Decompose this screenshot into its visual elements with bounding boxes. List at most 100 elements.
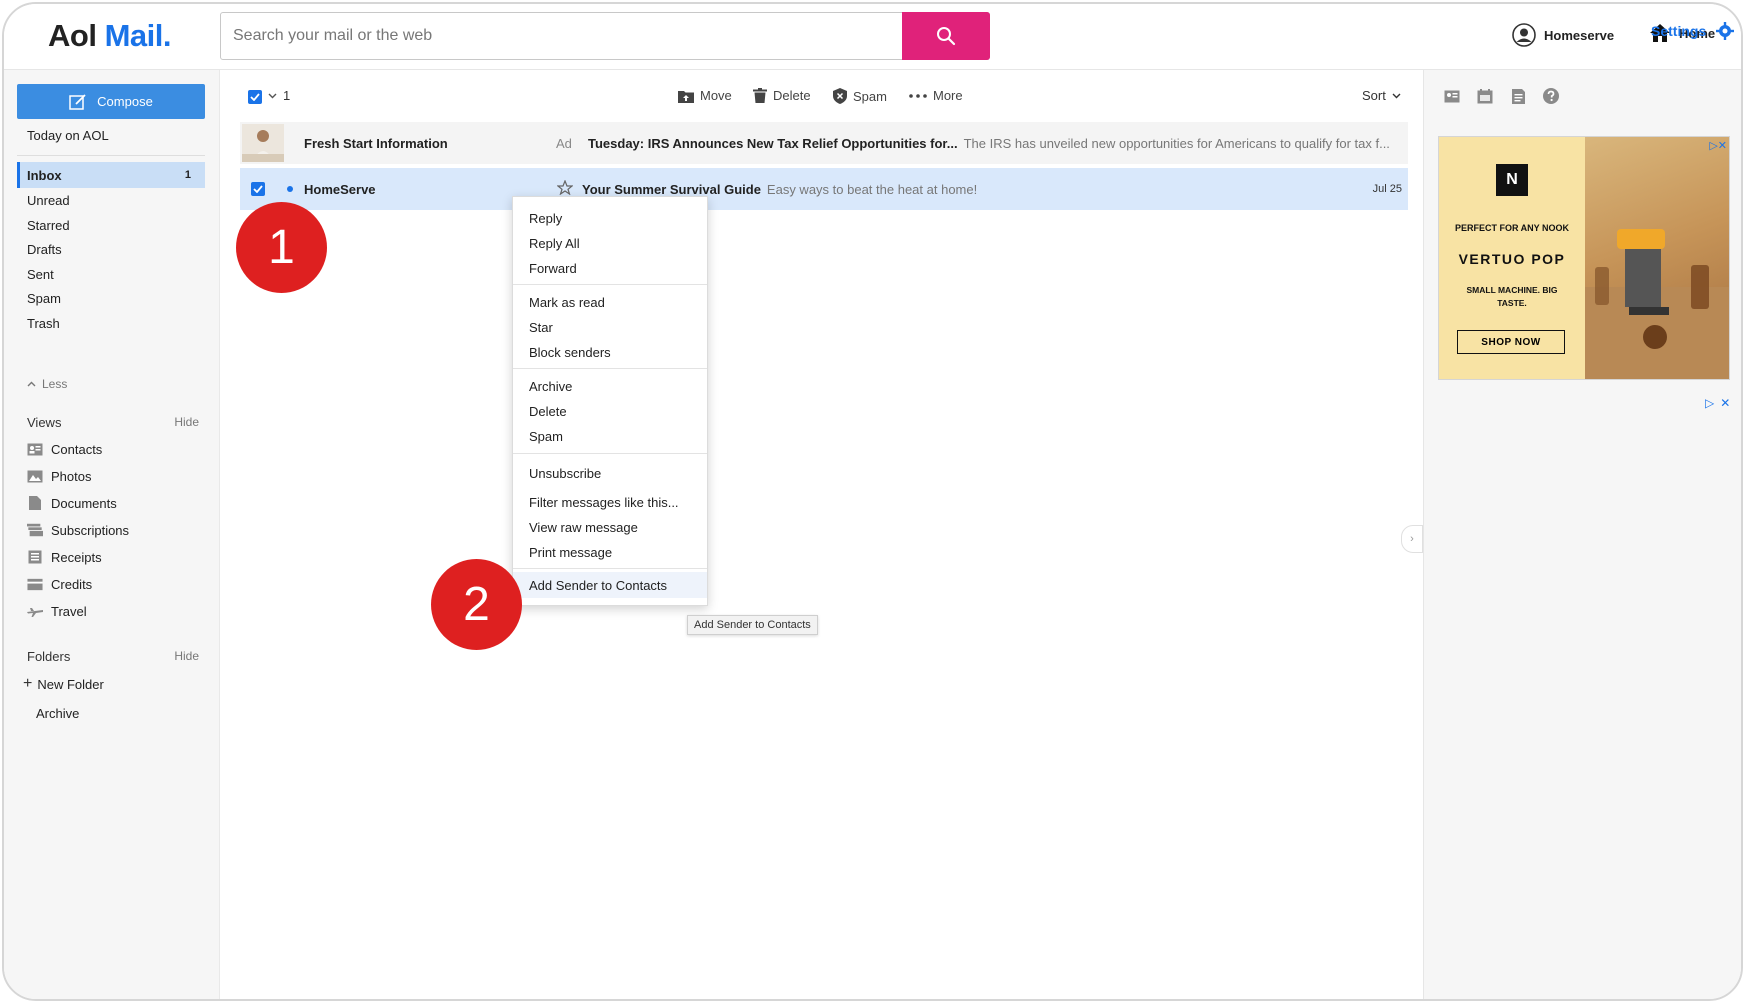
today-on-aol-link[interactable]: Today on AOL (27, 128, 109, 143)
menu-item-reply[interactable]: Reply (513, 207, 707, 229)
sort-dropdown[interactable]: Sort (1362, 88, 1401, 103)
more-label: More (933, 88, 963, 103)
sidebar-item-unread[interactable]: Unread (17, 187, 205, 213)
menu-item-view-raw[interactable]: View raw message (513, 516, 707, 538)
help-icon[interactable] (1542, 87, 1560, 105)
delete-button[interactable]: Delete (753, 88, 811, 103)
message-sender: HomeServe (304, 181, 376, 197)
logo-aol-text: Aol (48, 18, 97, 53)
folder-label: Drafts (27, 241, 62, 257)
collapse-panel-button[interactable]: › (1401, 525, 1423, 553)
view-documents[interactable]: Documents (27, 492, 117, 514)
menu-item-reply-all[interactable]: Reply All (513, 232, 707, 254)
compose-button[interactable]: Compose (17, 84, 205, 119)
contacts-icon (27, 442, 43, 456)
menu-item-print[interactable]: Print message (513, 541, 707, 563)
message-toolbar: 1 Move Delete Spam More Sort (220, 70, 1423, 122)
ad-product-image (1585, 137, 1729, 379)
adchoices-icon[interactable]: ▷ (1705, 396, 1714, 410)
plus-icon: + (23, 675, 33, 692)
folders-section-header: Folders Hide (27, 649, 199, 664)
menu-item-forward[interactable]: Forward (513, 257, 707, 279)
menu-item-star[interactable]: Star (513, 316, 707, 338)
close-icon[interactable]: ✕ (1720, 396, 1730, 410)
folder-label: Unread (27, 192, 70, 208)
menu-item-spam[interactable]: Spam (513, 425, 707, 447)
message-row-ad[interactable]: Fresh Start Information Ad Tuesday: IRS … (240, 122, 1408, 164)
message-subject: Tuesday: IRS Announces New Tax Relief Op… (588, 135, 958, 151)
settings-link[interactable]: Settings (1651, 22, 1735, 40)
sidebar-item-spam[interactable]: Spam (17, 285, 205, 311)
view-credits[interactable]: Credits (27, 573, 92, 595)
search-button[interactable] (902, 12, 990, 60)
aol-mail-logo[interactable]: Aol Mail. (48, 18, 171, 54)
sidebar-item-sent[interactable]: Sent (17, 261, 205, 287)
sidebar-item-trash[interactable]: Trash (17, 310, 205, 336)
folder-label: Inbox (27, 167, 62, 183)
menu-divider (513, 453, 707, 454)
context-menu: Reply Reply All Forward Mark as read Sta… (512, 196, 708, 606)
contacts-panel-icon[interactable] (1443, 87, 1461, 105)
menu-item-block-senders[interactable]: Block senders (513, 341, 707, 363)
menu-item-filter-messages[interactable]: Filter messages like this... (513, 491, 707, 513)
view-label: Photos (51, 468, 92, 484)
search-input[interactable] (221, 13, 901, 59)
menu-item-mark-as-read[interactable]: Mark as read (513, 291, 707, 313)
folder-label: Spam (27, 290, 61, 306)
delete-label: Delete (773, 88, 811, 103)
header: Aol Mail. Homeserve Home (4, 4, 1741, 70)
message-subject-line: Tuesday: IRS Announces New Tax Relief Op… (588, 136, 1390, 151)
compose-icon (69, 93, 86, 110)
folder-archive[interactable]: Archive (36, 706, 79, 721)
star-icon[interactable] (557, 180, 573, 195)
view-contacts[interactable]: Contacts (27, 438, 102, 460)
folder-label: Trash (27, 315, 60, 331)
receipts-icon (27, 550, 43, 564)
notepad-icon[interactable] (1509, 87, 1527, 105)
checkmark-icon (253, 185, 263, 193)
menu-item-add-sender-to-contacts[interactable]: Add Sender to Contacts (513, 572, 707, 598)
view-receipts[interactable]: Receipts (27, 546, 102, 568)
sidebar-item-starred[interactable]: Starred (17, 212, 205, 238)
more-button[interactable]: More (909, 88, 963, 103)
ad-shop-now-button[interactable]: SHOP NOW (1457, 330, 1565, 354)
settings-label: Settings (1651, 23, 1707, 39)
user-avatar-icon (1512, 23, 1536, 47)
select-all-checkbox[interactable] (248, 90, 262, 104)
less-label: Less (42, 377, 68, 391)
app-frame: Aol Mail. Homeserve Home Compose Today o… (2, 2, 1743, 1001)
folders-title: Folders (27, 649, 71, 664)
menu-item-unsubscribe[interactable]: Unsubscribe (513, 462, 707, 484)
ad-text-panel: N PERFECT FOR ANY NOOK VERTUO POP SMALL … (1439, 137, 1585, 379)
shield-icon (833, 88, 847, 104)
less-toggle[interactable]: Less (27, 377, 67, 391)
checkmark-icon (250, 93, 260, 101)
message-checkbox[interactable] (251, 182, 265, 196)
calendar-icon[interactable] (1476, 87, 1494, 105)
spam-label: Spam (853, 88, 887, 104)
sidebar-item-inbox[interactable]: Inbox 1 (17, 162, 205, 188)
move-button[interactable]: Move (678, 88, 732, 103)
sidebar-item-drafts[interactable]: Drafts (17, 236, 205, 262)
advertisement-banner[interactable]: N PERFECT FOR ANY NOOK VERTUO POP SMALL … (1438, 136, 1730, 380)
menu-item-delete[interactable]: Delete (513, 400, 707, 422)
views-title: Views (27, 415, 62, 430)
message-date: Jul 25 (1372, 183, 1402, 195)
view-photos[interactable]: Photos (27, 465, 91, 487)
search-box (220, 12, 990, 60)
folders-hide-link[interactable]: Hide (174, 649, 199, 663)
view-subscriptions[interactable]: Subscriptions (27, 519, 129, 541)
new-folder-button[interactable]: + New Folder (23, 673, 104, 695)
more-dots-icon (909, 93, 927, 98)
menu-item-archive[interactable]: Archive (513, 375, 707, 397)
message-row-selected[interactable]: HomeServe Your Summer Survival Guide Easy… (240, 168, 1408, 210)
ad-choices[interactable]: ▷ ✕ (1705, 396, 1730, 410)
view-label: Contacts (51, 441, 103, 457)
ad-close-icon[interactable]: ▷✕ (1709, 139, 1727, 152)
ad-subtext: SMALL MACHINE. BIG TASTE. (1466, 285, 1558, 308)
selection-count[interactable]: 1 (268, 88, 290, 103)
account-menu[interactable]: Homeserve (1512, 23, 1614, 47)
views-hide-link[interactable]: Hide (174, 415, 199, 429)
view-travel[interactable]: Travel (27, 600, 87, 622)
spam-button[interactable]: Spam (833, 88, 887, 104)
